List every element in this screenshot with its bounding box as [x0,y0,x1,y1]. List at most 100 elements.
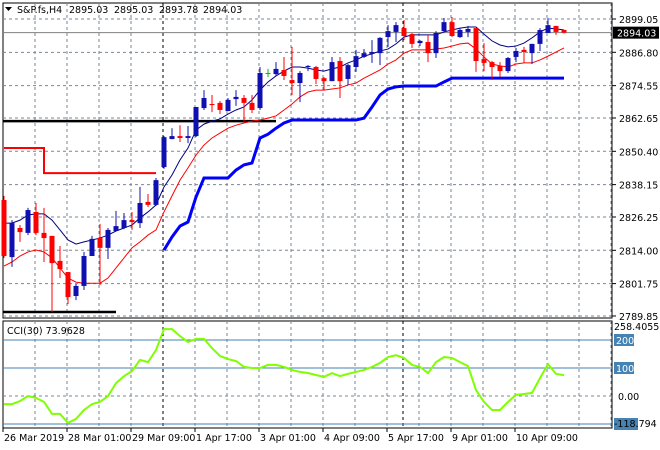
candle-body [273,68,279,75]
main-panel-frame [2,2,613,319]
candle-body [97,238,103,248]
candle-body [545,25,551,34]
candle-body [561,29,567,33]
price-tick-label: 2886.80 [619,48,658,59]
candle-body [449,22,455,36]
candle-body [465,28,471,32]
candle-body [241,98,247,103]
candle-body [409,34,415,44]
price-tick-label: 2899.05 [619,15,658,26]
candle-body [321,78,327,82]
current-price-label: 2894.03 [617,29,656,40]
candle-body [81,256,87,286]
candle-body [73,285,79,296]
candle-body [521,49,527,53]
candle-body [153,180,159,205]
candle-body [137,202,143,224]
cci-level-label: 200 [616,336,634,347]
price-tick-label: 2862.65 [619,114,658,125]
trading-chart[interactable]: 2899.05 2886.80 2874.55 2862.65 2850.40 2838.… [0,0,660,450]
candle-body [1,199,7,257]
candle-body [377,37,383,54]
candle-body [145,201,151,205]
time-tick-label: 29 Mar 09:00 [132,433,195,444]
candle-body [105,229,111,248]
chart-header: S&P.fs,H4 2895.03 2895.03 2893.78 2894.0… [5,5,242,16]
price-tick-label: 2826.25 [619,213,658,224]
price-tick-label: 2814.00 [619,246,658,257]
open-value: 2895.03 [69,5,108,16]
candle-body [497,65,503,72]
candle-body [489,62,495,68]
cci-panel-frame [2,320,613,429]
candle-body [33,211,39,233]
candle-body [313,67,319,79]
candle-body [89,238,95,257]
candle-body [537,30,543,44]
candle-body [121,220,127,229]
candle-body [201,98,207,109]
candle-body [401,28,407,36]
candle-body [217,102,223,110]
time-tick-label: 3 Apr 01:00 [260,433,316,444]
candle-body [553,25,559,32]
candle-body [17,228,23,233]
cci-label: CCI(30) 73.9628 [7,326,85,337]
candle-body [25,210,31,233]
cci-max-label: 258.4055 [614,322,659,333]
candle-body [65,272,71,298]
candle-body [369,52,375,54]
cci-level-label: 100 [616,364,634,375]
candle-body [193,106,199,137]
candle-body [345,65,351,79]
candle-body [361,53,367,57]
candle-body [113,226,119,231]
candle-body [425,41,431,54]
cci-min-label: -118.794 [614,419,657,430]
time-tick-label: 9 Apr 01:00 [452,433,508,444]
candle-body [49,235,55,264]
candle-body [249,102,255,110]
candle-body [9,223,15,258]
candle-body [385,31,391,38]
candle-body [337,61,343,82]
time-tick-label: 26 Mar 2019 [4,433,64,444]
candle-body [473,28,479,62]
time-tick-label: 4 Apr 09:00 [324,433,380,444]
low-value: 2893.78 [159,5,198,16]
price-tick-label: 2838.15 [619,181,658,192]
candle-body [233,96,239,100]
high-value: 2895.03 [114,5,153,16]
candle-body [129,220,135,223]
candle-body [353,56,359,68]
candle-body [441,22,447,32]
candle-body [161,137,167,168]
candle-body [529,43,535,54]
candle-body [169,136,175,140]
symbol-label: S&P.fs,H4 [17,5,62,16]
candle-body [513,50,519,57]
candle-body [457,30,463,38]
candle-body [281,69,287,76]
candle-body [393,25,399,32]
candle-body [329,62,335,82]
price-tick-label: 2801.75 [619,280,658,291]
candle-body [41,232,47,239]
candle-body [417,40,423,44]
candle-body [209,103,215,106]
candle-body [177,136,183,138]
price-tick-label: 2874.55 [619,82,658,93]
candle-body [57,260,63,270]
candle-body [305,65,311,68]
candle-body [225,99,231,112]
candle-body [433,33,439,54]
candle-body [257,72,263,109]
candle-body [289,80,295,84]
cci-zero-label: 0.00 [618,392,639,403]
candle-body [297,72,303,84]
time-tick-label: 5 Apr 17:00 [388,433,444,444]
price-tick-label: 2850.40 [619,147,658,158]
time-tick-label: 10 Apr 09:00 [516,433,578,444]
time-tick-label: 1 Apr 17:00 [196,433,252,444]
candle-body [505,58,511,72]
